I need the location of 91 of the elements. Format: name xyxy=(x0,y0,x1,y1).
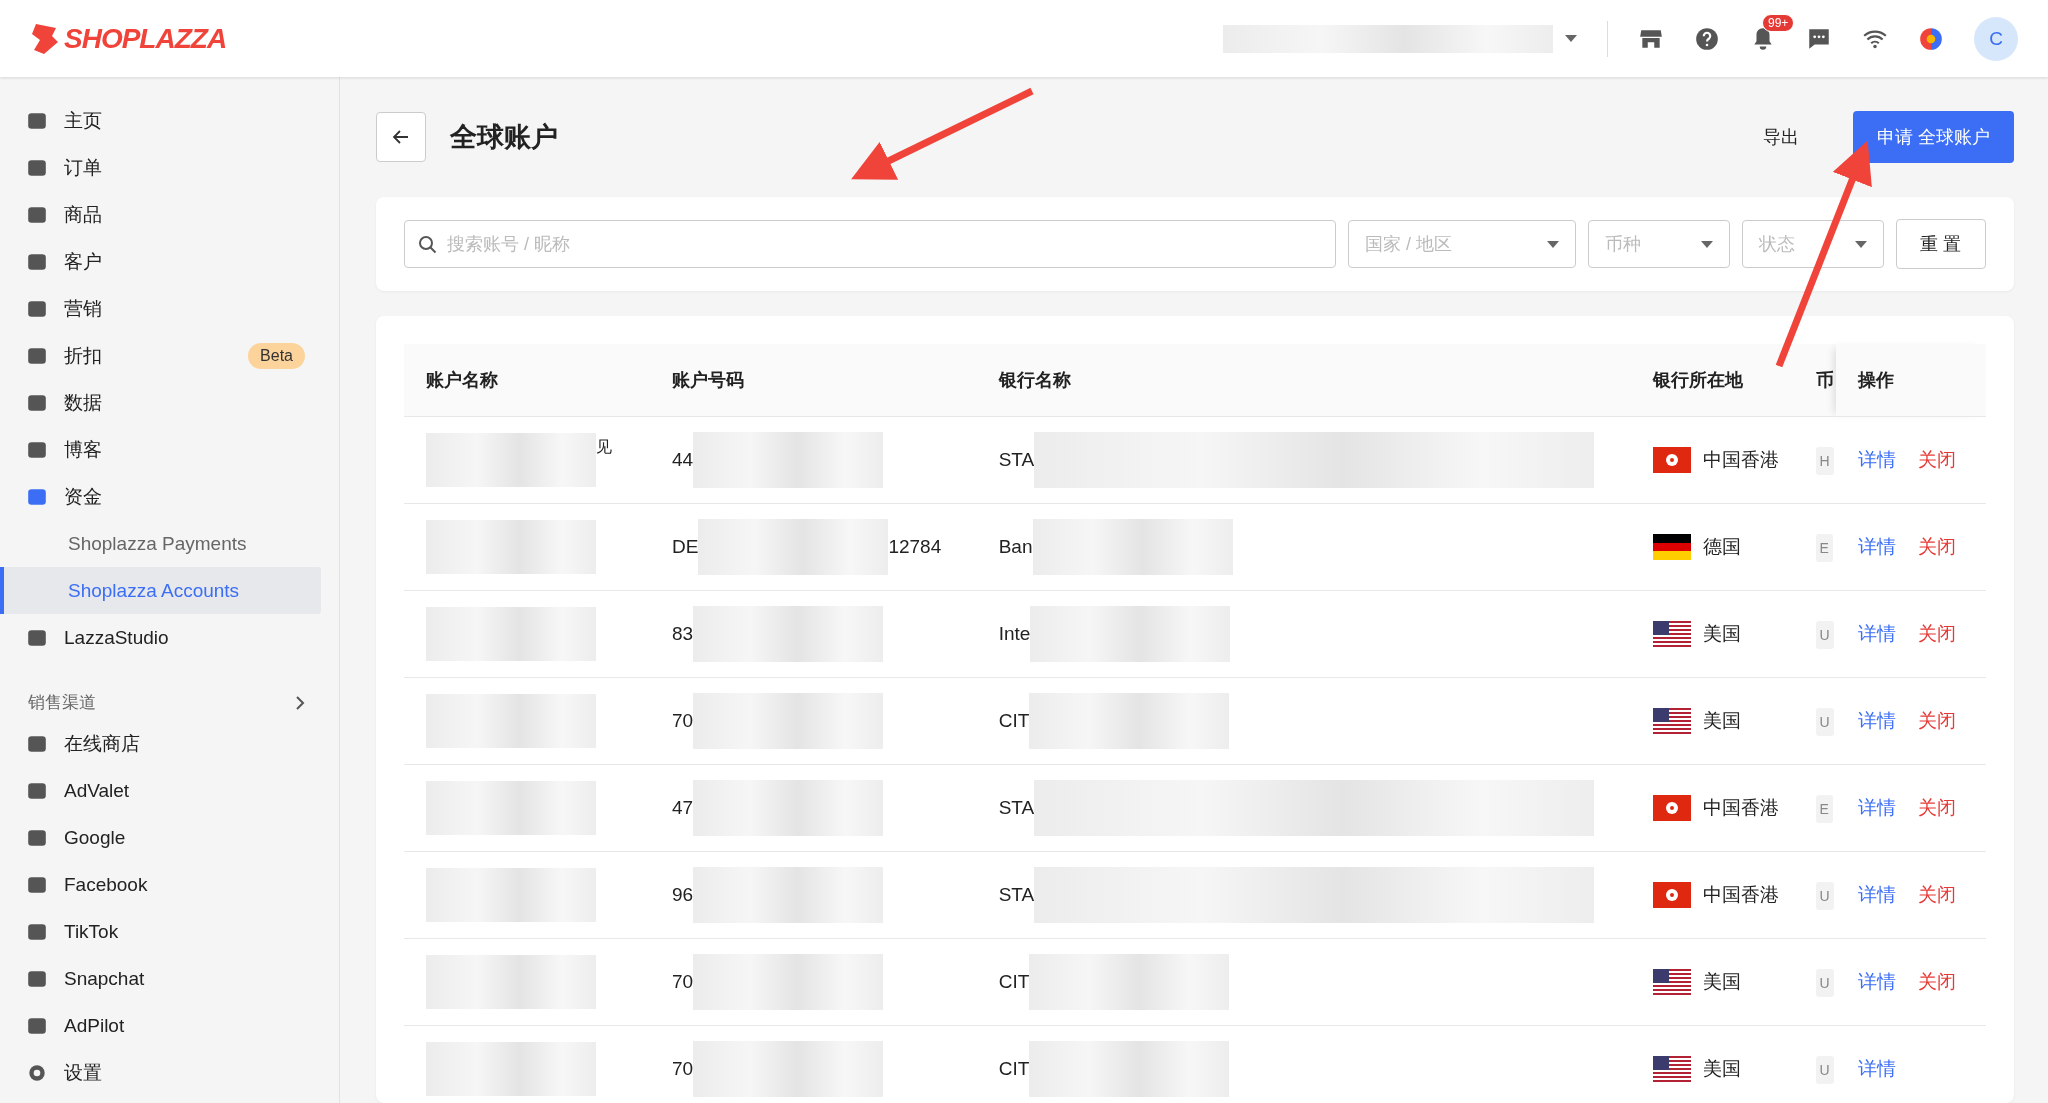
logo-icon xyxy=(30,21,60,56)
table-cell-text: 美国 xyxy=(1703,970,1742,994)
table-cell: STA xyxy=(998,449,1035,471)
search-field[interactable]: 搜索账号 / 昵称 xyxy=(404,220,1336,268)
sidebar-item[interactable]: Google xyxy=(0,814,339,861)
currency-tag: H xyxy=(1815,447,1834,475)
close-link[interactable]: 关闭 xyxy=(1917,882,1956,908)
table-cell-text: 美国 xyxy=(1703,622,1742,646)
color-wheel-icon[interactable] xyxy=(1918,25,1944,52)
chevron-right-icon[interactable] xyxy=(295,694,305,711)
table-cell-text: 见 xyxy=(596,437,612,457)
column-header: 银行名称 xyxy=(976,344,1632,417)
sidebar-item[interactable]: TikTok xyxy=(0,908,339,955)
help-icon[interactable] xyxy=(1694,25,1720,52)
details-link[interactable]: 详情 xyxy=(1857,447,1896,473)
sidebar-item[interactable]: 客户 xyxy=(0,238,339,285)
sidebar-item[interactable]: AdValet xyxy=(0,767,339,814)
column-header: 币 xyxy=(1807,344,1836,417)
notification-badge: 99+ xyxy=(1762,13,1795,32)
table-cell-text: 美国 xyxy=(1703,709,1742,733)
details-link[interactable]: 详情 xyxy=(1857,795,1896,821)
close-link[interactable]: 关闭 xyxy=(1917,447,1956,473)
currency-tag: E xyxy=(1815,795,1833,823)
sidebar-subitem[interactable]: Shoplazza Accounts xyxy=(0,567,321,614)
details-link[interactable]: 详情 xyxy=(1857,621,1896,647)
sidebar-item[interactable]: 订单 xyxy=(0,144,339,191)
column-header: 操作 xyxy=(1835,344,1986,417)
table-cell: 47 xyxy=(672,797,694,819)
currency-tag: U xyxy=(1815,621,1834,649)
table-cell: 70 xyxy=(672,710,694,732)
table-cell-text: 中国香港 xyxy=(1703,883,1780,907)
details-link[interactable]: 详情 xyxy=(1857,1056,1896,1082)
sidebar-item[interactable]: 博客 xyxy=(0,426,339,473)
logo[interactable]: SHOPLAZZA xyxy=(30,21,227,56)
user-avatar[interactable]: C xyxy=(1974,16,2018,61)
sidebar-item[interactable]: 资金 xyxy=(0,473,339,520)
sidebar-item[interactable]: AdPilot xyxy=(0,1002,339,1049)
sidebar-item[interactable]: 主页 xyxy=(0,97,339,144)
close-link[interactable]: 关闭 xyxy=(1917,534,1956,560)
table-cell: CIT xyxy=(998,971,1030,993)
table-cell: CIT xyxy=(998,1058,1030,1080)
table-cell-text: 中国香港 xyxy=(1703,448,1780,472)
table-cell: 70 xyxy=(672,1058,694,1080)
close-link[interactable]: 关闭 xyxy=(1917,708,1956,734)
column-header: 账户号码 xyxy=(650,344,977,417)
reset-button[interactable]: 重 置 xyxy=(1896,219,1986,269)
currency-tag: U xyxy=(1815,882,1834,910)
sidebar-item[interactable]: LazzaStudio xyxy=(0,614,339,661)
table-cell: 12784 xyxy=(888,536,942,558)
table-cell-text: 中国香港 xyxy=(1703,796,1780,820)
back-button[interactable] xyxy=(376,112,426,162)
beta-badge: Beta xyxy=(248,342,305,369)
page-title: 全球账户 xyxy=(450,121,558,154)
table-cell: 44 xyxy=(672,449,694,471)
sidebar-item[interactable]: Snapchat xyxy=(0,955,339,1002)
currency-tag: E xyxy=(1815,534,1833,562)
table-cell: DE xyxy=(672,536,699,558)
table-cell: STA xyxy=(998,797,1035,819)
table-cell: CIT xyxy=(998,710,1030,732)
table-cell-text: 美国 xyxy=(1703,1057,1742,1081)
sidebar-item[interactable]: 设置 xyxy=(64,1059,102,1086)
table-cell: STA xyxy=(998,884,1035,906)
table-cell: 83 xyxy=(672,623,694,645)
sidebar-item[interactable]: 在线商店 xyxy=(0,720,339,767)
table-cell: Inte xyxy=(998,623,1031,645)
currency-tag: U xyxy=(1815,708,1834,736)
table-cell: 96 xyxy=(672,884,694,906)
sidebar-item[interactable]: 数据 xyxy=(0,379,339,426)
column-header: 银行所在地 xyxy=(1631,344,1808,417)
table-cell: Ban xyxy=(998,536,1033,558)
details-link[interactable]: 详情 xyxy=(1857,534,1896,560)
close-link[interactable]: 关闭 xyxy=(1917,795,1956,821)
apply-button[interactable]: 申请 全球账户 xyxy=(1853,111,2014,163)
section-title: 销售渠道 xyxy=(28,692,96,714)
sidebar-item[interactable]: 商品 xyxy=(0,191,339,238)
sidebar-item[interactable]: 折扣 Beta xyxy=(0,332,339,379)
sidebar-item[interactable]: Facebook xyxy=(0,861,339,908)
column-header: 账户名称 xyxy=(404,344,650,417)
currency-tag: U xyxy=(1815,1056,1834,1084)
currency-tag: U xyxy=(1815,969,1834,997)
table-cell: 70 xyxy=(672,971,694,993)
close-link[interactable]: 关闭 xyxy=(1917,969,1956,995)
details-link[interactable]: 详情 xyxy=(1857,882,1896,908)
logo-text: SHOPLAZZA xyxy=(64,22,227,55)
sidebar-subitem[interactable]: Shoplazza Payments xyxy=(0,520,321,567)
details-link[interactable]: 详情 xyxy=(1857,969,1896,995)
close-link[interactable]: 关闭 xyxy=(1917,621,1956,647)
table-cell-text: 德国 xyxy=(1703,535,1742,559)
sidebar-item[interactable]: 营销 xyxy=(0,285,339,332)
export-button[interactable]: 导出 xyxy=(1757,124,1805,150)
details-link[interactable]: 详情 xyxy=(1857,708,1896,734)
